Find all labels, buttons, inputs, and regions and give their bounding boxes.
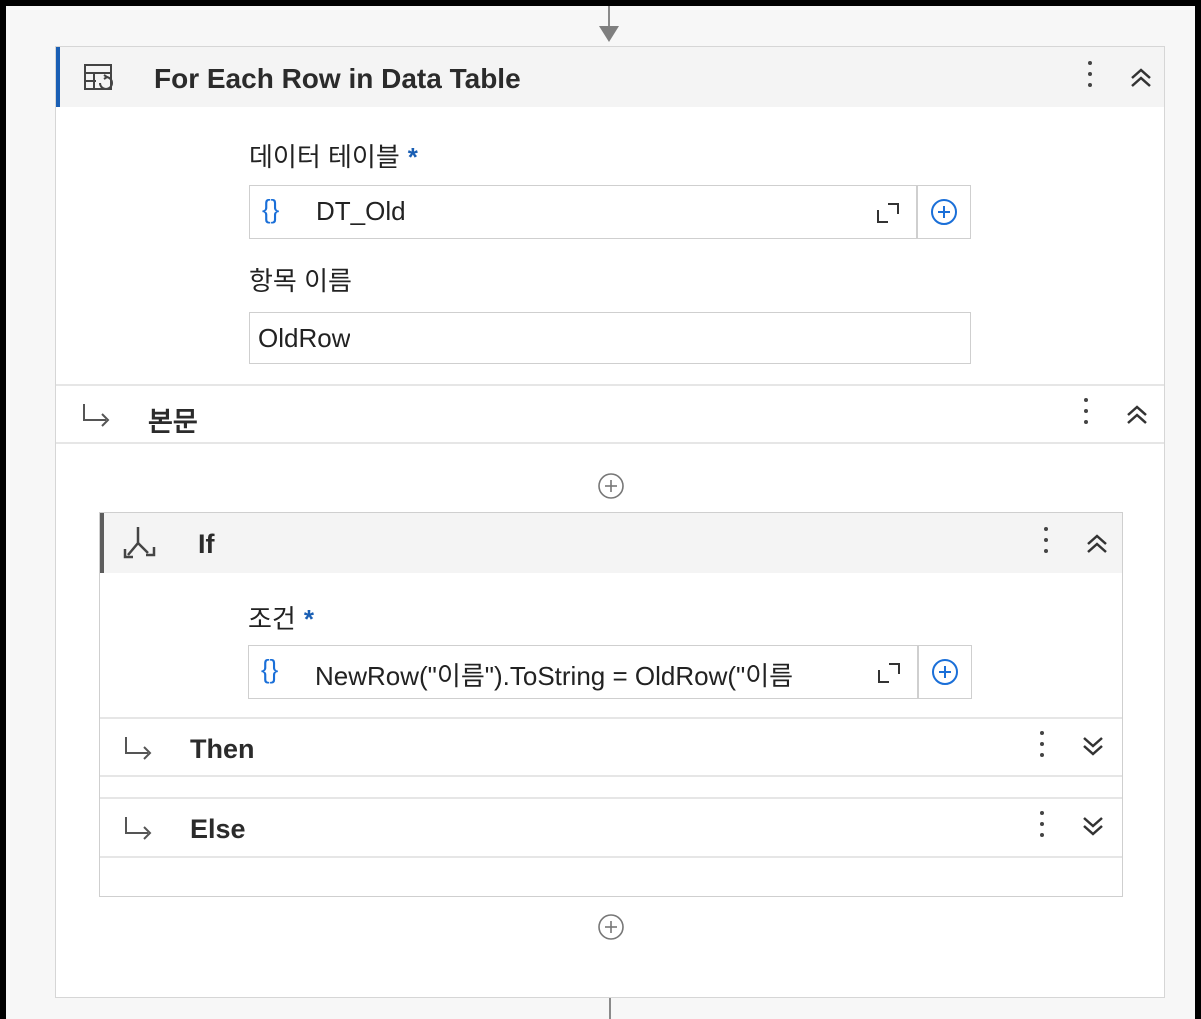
datatable-input[interactable]: {} DT_Old: [249, 185, 917, 239]
add-activity-icon[interactable]: [597, 472, 625, 500]
datatable-add-button[interactable]: [917, 185, 971, 239]
add-activity-icon[interactable]: [597, 913, 625, 941]
more-vertical-icon[interactable]: [1042, 523, 1050, 559]
table-loop-icon: [84, 64, 113, 90]
item-name-input[interactable]: OldRow: [249, 312, 971, 364]
required-marker: *: [407, 142, 418, 172]
expand-double-chevron-down-icon[interactable]: [1080, 813, 1106, 839]
divider: [100, 775, 1122, 777]
more-vertical-icon[interactable]: [1082, 394, 1090, 430]
condition-input[interactable]: {} NewRow("이름").ToString = OldRow("이름: [248, 645, 918, 699]
datatable-value: DT_Old: [316, 196, 406, 226]
more-vertical-icon[interactable]: [1038, 807, 1046, 843]
return-arrow-icon: [83, 404, 110, 427]
required-marker: *: [303, 604, 314, 634]
divider: [100, 856, 1122, 858]
top-connector-arrow: [599, 26, 619, 42]
expand-editor-icon[interactable]: [876, 202, 900, 224]
braces-icon[interactable]: {}: [261, 654, 278, 685]
divider: [56, 442, 1164, 444]
expand-double-chevron-down-icon[interactable]: [1080, 733, 1106, 759]
datatable-label: 데이터 테이블 *: [249, 137, 418, 174]
more-vertical-icon[interactable]: [1038, 727, 1046, 763]
if-title: If: [198, 529, 215, 559]
then-section-header[interactable]: Then: [100, 719, 1122, 775]
expand-editor-icon[interactable]: [877, 662, 901, 684]
designer-canvas: For Each Row in Data Table 데이터 테이블 * {} D…: [6, 6, 1195, 1019]
condition-value: NewRow("이름").ToString = OldRow("이름: [315, 661, 794, 691]
collapse-double-chevron-up-icon[interactable]: [1084, 531, 1110, 557]
collapse-double-chevron-up-icon[interactable]: [1128, 65, 1154, 91]
else-section-header[interactable]: Else: [100, 799, 1122, 855]
braces-icon[interactable]: {}: [262, 194, 279, 225]
return-arrow-icon: [125, 817, 152, 840]
body-section-header[interactable]: 본문: [56, 386, 1164, 442]
condition-label: 조건 *: [248, 599, 314, 636]
if-header[interactable]: If: [100, 513, 1122, 573]
body-title: 본문: [148, 407, 198, 437]
then-title: Then: [190, 734, 255, 764]
add-circle-icon: [931, 199, 957, 225]
bottom-connector-line: [609, 998, 611, 1019]
return-arrow-icon: [125, 737, 152, 760]
activity-title: For Each Row in Data Table: [154, 63, 521, 94]
datatable-label-text: 데이터 테이블: [249, 142, 400, 172]
condition-add-button[interactable]: [918, 645, 972, 699]
add-circle-icon: [932, 659, 958, 685]
else-title: Else: [190, 814, 246, 844]
more-vertical-icon[interactable]: [1086, 57, 1094, 93]
activity-header[interactable]: For Each Row in Data Table: [56, 47, 1164, 107]
collapse-double-chevron-up-icon[interactable]: [1124, 402, 1150, 428]
item-name-label: 항목 이름: [249, 266, 352, 296]
top-connector-line: [608, 6, 610, 26]
split-branch-icon: [123, 527, 156, 559]
condition-label-text: 조건: [248, 604, 296, 634]
item-name-value: OldRow: [258, 323, 351, 353]
if-activity[interactable]: If 조건 * {} NewRow("이름").ToString = OldRow…: [99, 512, 1123, 897]
for-each-row-activity[interactable]: For Each Row in Data Table 데이터 테이블 * {} D…: [55, 46, 1165, 998]
